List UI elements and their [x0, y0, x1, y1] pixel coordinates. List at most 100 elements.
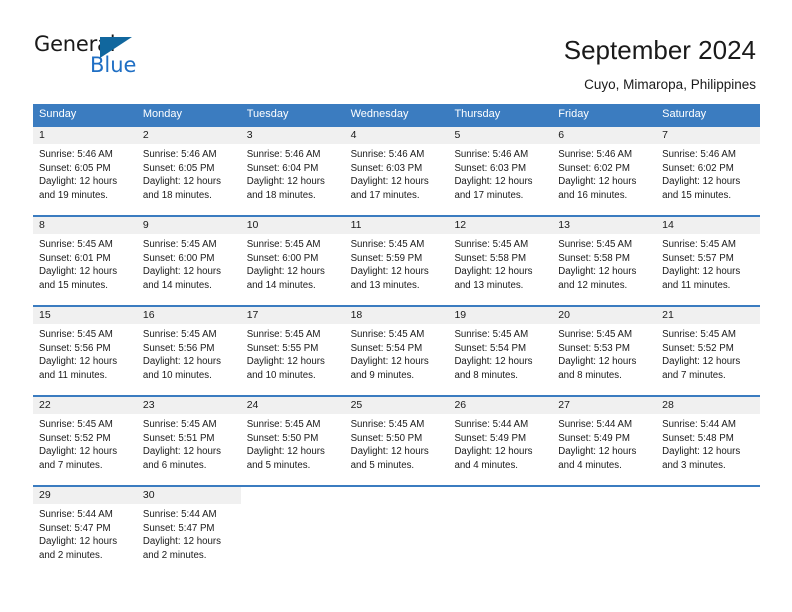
day-details — [448, 504, 552, 508]
sunrise-text: Sunrise: 5:46 AM — [454, 149, 529, 160]
day-cell[interactable]: 8 Sunrise: 5:45 AM Sunset: 6:01 PM Daylight… — [33, 217, 137, 305]
day-cell[interactable]: 16 Sunrise: 5:45 AM Sunset: 5:56 PM Dayligh… — [136, 307, 241, 395]
day-cell[interactable]: 7 Sunrise: 5:46 AM Sunset: 6:02 PM Daylight… — [656, 127, 761, 215]
daylight-text-line2: and 2 minutes. — [39, 549, 103, 561]
sunset-text: Sunset: 6:05 PM — [39, 162, 111, 174]
day-cell[interactable]: 15 Sunrise: 5:45 AM Sunset: 5:56 PM Dayligh… — [33, 307, 137, 395]
sunset-text: Sunset: 5:50 PM — [350, 432, 423, 444]
day-details: Sunrise: 5:45 AM Sunset: 5:51 PM Daylight:… — [137, 414, 241, 472]
day-cell[interactable]: 3 Sunrise: 5:46 AM Sunset: 6:04 PM Daylight… — [240, 127, 345, 215]
sunrise-text: Sunrise: 5:45 AM — [246, 329, 321, 340]
day-cell-empty — [240, 487, 345, 569]
sunset-text: Sunset: 6:03 PM — [454, 162, 527, 174]
day-cell[interactable]: 12 Sunrise: 5:45 AM Sunset: 5:58 PM Dayligh… — [448, 217, 553, 305]
daylight-text-line2: and 4 minutes. — [454, 459, 518, 471]
day-number: 1 — [33, 127, 137, 144]
weekday-header-wednesday: Wednesday — [350, 108, 409, 120]
day-details: Sunrise: 5:45 AM Sunset: 6:00 PM Daylight:… — [137, 234, 241, 292]
daylight-text-line1: Daylight: 12 hours — [662, 266, 741, 278]
sunset-text: Sunset: 5:56 PM — [39, 342, 111, 354]
day-cell[interactable]: 13 Sunrise: 5:45 AM Sunset: 5:58 PM Dayligh… — [552, 217, 657, 305]
day-number: 15 — [33, 307, 137, 324]
day-cell[interactable]: 23 Sunrise: 5:45 AM Sunset: 5:51 PM Dayligh… — [136, 397, 241, 485]
daylight-text-line1: Daylight: 12 hours — [39, 176, 118, 188]
day-cell[interactable]: 21 Sunrise: 5:45 AM Sunset: 5:52 PM Dayligh… — [656, 307, 761, 395]
sunset-text: Sunset: 5:53 PM — [558, 342, 630, 354]
calendar-grid: Sunday Monday Tuesday Wednesday Thursday… — [33, 104, 761, 569]
daylight-text-line2: and 10 minutes. — [246, 369, 316, 381]
day-cell[interactable]: 11 Sunrise: 5:45 AM Sunset: 5:59 PM Dayligh… — [344, 217, 449, 305]
day-details — [241, 504, 345, 508]
daylight-text-line1: Daylight: 12 hours — [39, 356, 118, 368]
sunset-text: Sunset: 5:59 PM — [350, 252, 423, 264]
day-cell[interactable]: 4 Sunrise: 5:46 AM Sunset: 6:03 PM Daylight… — [344, 127, 449, 215]
day-cell[interactable]: 19 Sunrise: 5:45 AM Sunset: 5:54 PM Dayligh… — [448, 307, 553, 395]
sunrise-text: Sunrise: 5:45 AM — [350, 329, 425, 340]
day-cell[interactable]: 26 Sunrise: 5:44 AM Sunset: 5:49 PM Dayligh… — [448, 397, 553, 485]
day-details: Sunrise: 5:45 AM Sunset: 5:53 PM Daylight:… — [552, 324, 656, 382]
day-details: Sunrise: 5:46 AM Sunset: 6:05 PM Daylight:… — [33, 144, 137, 202]
day-cell[interactable]: 9 Sunrise: 5:45 AM Sunset: 6:00 PM Daylight… — [136, 217, 241, 305]
day-details: Sunrise: 5:46 AM Sunset: 6:02 PM Daylight:… — [656, 144, 760, 202]
sunrise-text: Sunrise: 5:44 AM — [454, 419, 529, 430]
day-cell[interactable]: 18 Sunrise: 5:45 AM Sunset: 5:54 PM Dayligh… — [344, 307, 449, 395]
page-header: General Blue September 2024 Cuyo, Mimaro… — [0, 0, 792, 100]
day-details: Sunrise: 5:45 AM Sunset: 5:58 PM Daylight:… — [448, 234, 552, 292]
weekday-header-sunday: Sunday — [39, 108, 77, 120]
day-cell-empty — [552, 487, 657, 569]
day-cell[interactable]: 2 Sunrise: 5:46 AM Sunset: 6:05 PM Daylight… — [136, 127, 241, 215]
daylight-text-line2: and 13 minutes. — [454, 279, 524, 291]
day-cell[interactable]: 25 Sunrise: 5:45 AM Sunset: 5:50 PM Dayligh… — [344, 397, 449, 485]
sunrise-text: Sunrise: 5:44 AM — [662, 419, 736, 430]
sunrise-text: Sunrise: 5:45 AM — [39, 329, 113, 340]
sunrise-text: Sunrise: 5:44 AM — [558, 419, 633, 430]
day-cell[interactable]: 5 Sunrise: 5:46 AM Sunset: 6:03 PM Daylight… — [448, 127, 553, 215]
daylight-text-line2: and 7 minutes. — [39, 459, 103, 471]
day-cell[interactable]: 17 Sunrise: 5:45 AM Sunset: 5:55 PM Dayligh… — [240, 307, 345, 395]
daylight-text-line1: Daylight: 12 hours — [558, 356, 637, 368]
day-cell[interactable]: 6 Sunrise: 5:46 AM Sunset: 6:02 PM Daylight… — [552, 127, 657, 215]
sunset-text: Sunset: 5:47 PM — [39, 522, 111, 534]
day-cell[interactable]: 28 Sunrise: 5:44 AM Sunset: 5:48 PM Dayligh… — [656, 397, 761, 485]
day-number: 23 — [136, 397, 241, 414]
day-cell-empty — [448, 487, 553, 569]
day-cell[interactable]: 27 Sunrise: 5:44 AM Sunset: 5:49 PM Dayligh… — [552, 397, 657, 485]
weekday-header-friday: Friday — [558, 108, 589, 120]
daylight-text-line2: and 11 minutes. — [39, 369, 108, 381]
day-number: 29 — [33, 487, 137, 504]
day-cell[interactable]: 29 Sunrise: 5:44 AM Sunset: 5:47 PM Dayligh… — [33, 487, 137, 569]
daylight-text-line2: and 8 minutes. — [454, 369, 518, 381]
day-cell[interactable]: 30 Sunrise: 5:44 AM Sunset: 5:47 PM Dayligh… — [136, 487, 241, 569]
day-cell[interactable]: 22 Sunrise: 5:45 AM Sunset: 5:52 PM Dayligh… — [33, 397, 137, 485]
calendar-week-row: 8 Sunrise: 5:45 AM Sunset: 6:01 PM Daylight… — [33, 215, 761, 305]
day-cell[interactable]: 20 Sunrise: 5:45 AM Sunset: 5:53 PM Dayligh… — [552, 307, 657, 395]
day-number — [552, 487, 657, 504]
day-number: 14 — [656, 217, 761, 234]
sunset-text: Sunset: 5:54 PM — [454, 342, 527, 354]
daylight-text-line1: Daylight: 12 hours — [246, 446, 325, 458]
day-cell[interactable]: 10 Sunrise: 5:45 AM Sunset: 6:00 PM Dayligh… — [240, 217, 345, 305]
weekday-header-row: Sunday Monday Tuesday Wednesday Thursday… — [33, 104, 760, 125]
day-details — [656, 504, 760, 508]
daylight-text-line1: Daylight: 12 hours — [662, 446, 741, 458]
sunrise-text: Sunrise: 5:46 AM — [350, 149, 425, 160]
daylight-text-line2: and 18 minutes. — [246, 189, 316, 201]
day-cell[interactable]: 14 Sunrise: 5:45 AM Sunset: 5:57 PM Dayligh… — [656, 217, 761, 305]
day-number: 9 — [136, 217, 241, 234]
daylight-text-line1: Daylight: 12 hours — [142, 446, 221, 458]
general-blue-logo[interactable]: General Blue — [34, 34, 214, 82]
day-details: Sunrise: 5:45 AM Sunset: 6:00 PM Daylight:… — [241, 234, 345, 292]
calendar-week-row: 22 Sunrise: 5:45 AM Sunset: 5:52 PM Dayligh… — [33, 395, 761, 485]
daylight-text-line2: and 18 minutes. — [142, 189, 212, 201]
sunrise-text: Sunrise: 5:44 AM — [142, 509, 217, 520]
calendar-week-row: 15 Sunrise: 5:45 AM Sunset: 5:56 PM Dayligh… — [33, 305, 761, 395]
daylight-text-line1: Daylight: 12 hours — [39, 446, 118, 458]
sunset-text: Sunset: 6:05 PM — [142, 162, 215, 174]
day-number: 19 — [448, 307, 553, 324]
sunrise-text: Sunrise: 5:45 AM — [246, 239, 321, 250]
day-cell[interactable]: 1 Sunrise: 5:46 AM Sunset: 6:05 PM Daylight… — [33, 127, 137, 215]
sunset-text: Sunset: 5:57 PM — [662, 252, 734, 264]
day-cell[interactable]: 24 Sunrise: 5:45 AM Sunset: 5:50 PM Dayligh… — [240, 397, 345, 485]
day-number: 4 — [344, 127, 449, 144]
day-details: Sunrise: 5:46 AM Sunset: 6:05 PM Daylight:… — [137, 144, 241, 202]
